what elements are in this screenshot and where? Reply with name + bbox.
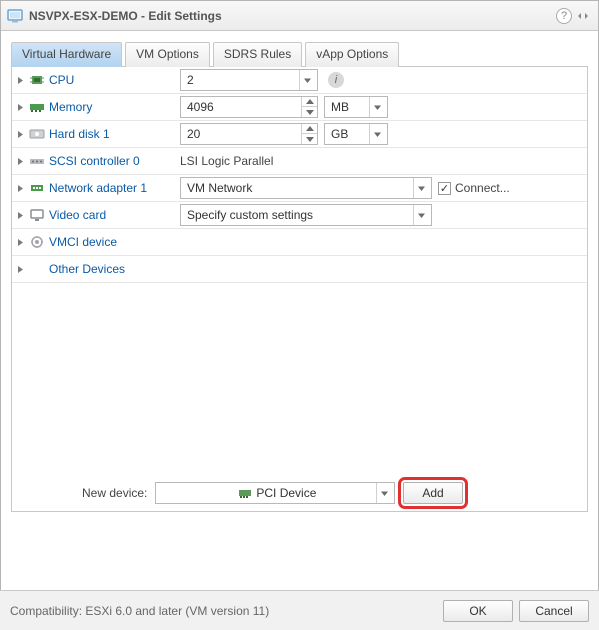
chevron-down-icon bbox=[369, 124, 385, 144]
memory-unit-dropdown[interactable]: MB bbox=[324, 96, 388, 118]
row-cpu: CPU 2 i bbox=[12, 67, 587, 94]
tab-virtual-hardware[interactable]: Virtual Hardware bbox=[11, 42, 122, 67]
memory-stepper[interactable]: 4096 bbox=[180, 96, 318, 118]
row-memory: Memory 4096 MB bbox=[12, 94, 587, 121]
chevron-down-icon bbox=[369, 97, 385, 117]
row-network: Network adapter 1 VM Network ✓ Connect..… bbox=[12, 175, 587, 202]
disk-value-cell: 20 GB bbox=[180, 123, 581, 145]
expand-icon[interactable] bbox=[16, 238, 25, 247]
help-icon[interactable]: ? bbox=[556, 8, 572, 24]
memory-value: 4096 bbox=[187, 100, 214, 114]
checkbox-icon: ✓ bbox=[438, 182, 451, 195]
label-cpu[interactable]: CPU bbox=[16, 73, 180, 87]
compatibility-label: Compatibility: ESXi 6.0 and later (VM ve… bbox=[10, 604, 269, 618]
connect-checkbox[interactable]: ✓ Connect... bbox=[438, 181, 510, 195]
disk-icon bbox=[29, 127, 45, 141]
video-value-cell: Specify custom settings bbox=[180, 204, 581, 226]
tabstrip: Virtual Hardware VM Options SDRS Rules v… bbox=[11, 41, 588, 67]
new-device-bar: New device: PCI Device Add bbox=[12, 475, 587, 511]
disk-stepper[interactable]: 20 bbox=[180, 123, 318, 145]
video-value: Specify custom settings bbox=[187, 208, 313, 222]
vmci-label-text: VMCI device bbox=[49, 235, 117, 249]
titlebar-left: NSVPX-ESX-DEMO - Edit Settings bbox=[7, 8, 222, 24]
vm-icon bbox=[7, 8, 23, 24]
label-other[interactable]: Other Devices bbox=[16, 262, 180, 276]
footer: Compatibility: ESXi 6.0 and later (VM ve… bbox=[0, 590, 599, 630]
chevron-down-icon bbox=[413, 178, 429, 198]
other-label-text: Other Devices bbox=[49, 262, 125, 276]
network-value-cell: VM Network ✓ Connect... bbox=[180, 177, 581, 199]
network-icon bbox=[29, 181, 45, 195]
disk-unit-dropdown[interactable]: GB bbox=[324, 123, 388, 145]
footer-buttons: OK Cancel bbox=[443, 600, 589, 622]
scsi-value: LSI Logic Parallel bbox=[180, 154, 273, 168]
cpu-value-cell: 2 i bbox=[180, 69, 581, 91]
info-icon[interactable]: i bbox=[328, 72, 344, 88]
memory-icon bbox=[29, 100, 45, 114]
titlebar: NSVPX-ESX-DEMO - Edit Settings ? bbox=[1, 1, 598, 31]
video-icon bbox=[29, 208, 45, 222]
label-vmci[interactable]: VMCI device bbox=[16, 235, 180, 249]
memory-unit: MB bbox=[331, 100, 349, 114]
expand-arrows-icon[interactable] bbox=[576, 9, 590, 23]
network-label-text: Network adapter 1 bbox=[49, 181, 147, 195]
disk-unit: GB bbox=[331, 127, 348, 141]
cpu-value: 2 bbox=[187, 73, 194, 87]
tab-vapp-options[interactable]: vApp Options bbox=[305, 42, 399, 67]
disk-value: 20 bbox=[187, 127, 200, 141]
expand-icon[interactable] bbox=[16, 265, 25, 274]
row-video: Video card Specify custom settings bbox=[12, 202, 587, 229]
add-button[interactable]: Add bbox=[403, 482, 462, 504]
scsi-icon bbox=[29, 154, 45, 168]
ok-button[interactable]: OK bbox=[443, 600, 513, 622]
expand-icon[interactable] bbox=[16, 103, 25, 112]
hardware-grid: CPU 2 i Memory 4096 bbox=[11, 67, 588, 512]
row-other: Other Devices bbox=[12, 256, 587, 283]
network-value: VM Network bbox=[187, 181, 252, 195]
expand-icon[interactable] bbox=[16, 184, 25, 193]
expand-icon[interactable] bbox=[16, 76, 25, 85]
vmci-icon bbox=[29, 235, 45, 249]
label-disk[interactable]: Hard disk 1 bbox=[16, 127, 180, 141]
cpu-dropdown[interactable]: 2 bbox=[180, 69, 318, 91]
tab-sdrs-rules[interactable]: SDRS Rules bbox=[213, 42, 302, 67]
row-vmci: VMCI device bbox=[12, 229, 587, 256]
network-dropdown[interactable]: VM Network bbox=[180, 177, 432, 199]
scsi-value-cell: LSI Logic Parallel bbox=[180, 154, 581, 168]
cancel-button[interactable]: Cancel bbox=[519, 600, 589, 622]
scsi-label-text: SCSI controller 0 bbox=[49, 154, 140, 168]
label-scsi[interactable]: SCSI controller 0 bbox=[16, 154, 180, 168]
window-title: NSVPX-ESX-DEMO - Edit Settings bbox=[29, 9, 222, 23]
connect-label: Connect... bbox=[455, 181, 510, 195]
cpu-label-text: CPU bbox=[49, 73, 74, 87]
memory-value-cell: 4096 MB bbox=[180, 96, 581, 118]
stepper-arrows[interactable] bbox=[301, 124, 317, 144]
stepper-arrows[interactable] bbox=[301, 97, 317, 117]
new-device-value: PCI Device bbox=[256, 486, 316, 500]
titlebar-right: ? bbox=[556, 8, 590, 24]
expand-icon[interactable] bbox=[16, 211, 25, 220]
row-scsi: SCSI controller 0 LSI Logic Parallel bbox=[12, 148, 587, 175]
label-video[interactable]: Video card bbox=[16, 208, 180, 222]
new-device-label: New device: bbox=[82, 486, 147, 500]
video-label-text: Video card bbox=[49, 208, 106, 222]
row-disk: Hard disk 1 20 GB bbox=[12, 121, 587, 148]
new-device-dropdown[interactable]: PCI Device bbox=[155, 482, 395, 504]
label-network[interactable]: Network adapter 1 bbox=[16, 181, 180, 195]
video-dropdown[interactable]: Specify custom settings bbox=[180, 204, 432, 226]
chevron-down-icon bbox=[376, 483, 392, 503]
tab-vm-options[interactable]: VM Options bbox=[125, 42, 210, 67]
grid-filler bbox=[12, 283, 587, 475]
expand-icon[interactable] bbox=[16, 130, 25, 139]
chevron-down-icon bbox=[413, 205, 429, 225]
chevron-down-icon bbox=[299, 70, 315, 90]
content-area: Virtual Hardware VM Options SDRS Rules v… bbox=[1, 31, 598, 512]
label-memory[interactable]: Memory bbox=[16, 100, 180, 114]
cpu-icon bbox=[29, 73, 45, 87]
pci-icon bbox=[238, 487, 252, 499]
blank-icon bbox=[29, 262, 45, 276]
memory-label-text: Memory bbox=[49, 100, 92, 114]
disk-label-text: Hard disk 1 bbox=[49, 127, 110, 141]
expand-icon[interactable] bbox=[16, 157, 25, 166]
